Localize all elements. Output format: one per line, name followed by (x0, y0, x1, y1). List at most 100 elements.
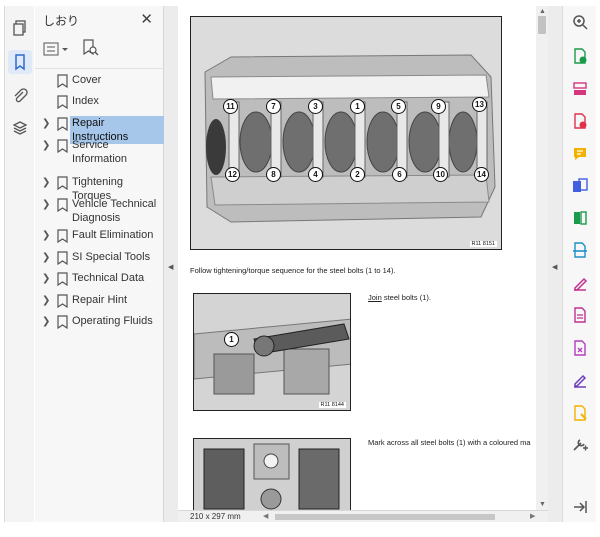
collapse-tools-button[interactable] (569, 496, 591, 518)
bolt-number-label: 13 (472, 97, 487, 112)
attachments-button[interactable] (8, 84, 32, 108)
bookmark-icon (57, 74, 68, 88)
bolt-number-label: 7 (266, 99, 281, 114)
scroll-up-icon[interactable]: ▲ (539, 8, 546, 15)
chevron-right-icon[interactable]: ❯ (42, 230, 50, 241)
create-pdf-button[interactable] (569, 110, 591, 132)
pages-icon (13, 20, 26, 36)
tools-panel (562, 6, 596, 522)
zoom-button[interactable] (569, 11, 591, 33)
export-pdf-icon (574, 48, 587, 64)
panel-divider (35, 68, 164, 69)
bolt-number-label: 12 (225, 167, 240, 182)
scroll-thumb[interactable] (538, 16, 546, 34)
scroll-left-icon[interactable]: ◀ (263, 512, 268, 520)
scroll-down-icon[interactable]: ▼ (539, 501, 546, 508)
compress-icon (574, 211, 587, 225)
organize-pages-button[interactable] (569, 78, 591, 100)
bookmark-icon (57, 198, 68, 212)
instruction-text: Join steel bolts (1). (368, 293, 431, 302)
chevron-right-icon[interactable]: ❯ (42, 140, 50, 151)
bolt-marking-figure (193, 438, 351, 510)
chevron-right-icon[interactable]: ❯ (42, 177, 50, 188)
bookmark-label: Service Information (72, 139, 128, 165)
instruction-text-rest: steel bolts (1). (381, 293, 431, 302)
layers-button[interactable] (8, 116, 32, 140)
edit-pdf-button[interactable] (569, 304, 591, 326)
bookmark-label: Cover (72, 74, 102, 86)
bookmark-icon (15, 54, 25, 71)
join-link[interactable]: Join (368, 293, 382, 302)
collapse-arrow-icon (574, 501, 587, 513)
bolt-number-label: 6 (392, 167, 407, 182)
layers-icon (12, 121, 28, 135)
collapse-right-panel-handle[interactable]: ◀ (548, 6, 562, 522)
collapse-left-panel-handle[interactable]: ◀ (164, 6, 178, 522)
bookmark-icon (57, 251, 68, 265)
horizontal-scroll-thumb[interactable] (275, 514, 495, 520)
bookmark-icon (57, 95, 68, 109)
document-viewport[interactable]: 11 7 3 1 5 9 13 12 8 4 2 6 10 14 R11 815… (178, 6, 548, 510)
bolt-number-label: 1 (224, 332, 239, 347)
left-toolbar (4, 6, 34, 522)
figure-reference: R11 8144 (318, 402, 346, 408)
pdf-page: 11 7 3 1 5 9 13 12 8 4 2 6 10 14 R11 815… (178, 6, 538, 510)
bookmarks-button[interactable] (8, 50, 32, 74)
fill-sign-button[interactable] (569, 272, 591, 294)
bookmark-label: Index (72, 95, 99, 107)
protect-button[interactable] (569, 337, 591, 359)
organize-pages-icon (573, 82, 587, 95)
bookmark-label: Operating Fluids (72, 315, 153, 327)
find-bookmark-button[interactable] (80, 38, 100, 58)
combine-files-icon (573, 178, 588, 192)
combine-files-button[interactable] (569, 175, 591, 197)
bolt-number-label: 1 (350, 99, 365, 114)
bookmark-icon (57, 229, 68, 243)
bolt-number-label: 9 (431, 99, 446, 114)
request-signature-button[interactable] (569, 369, 591, 391)
bookmark-options-button[interactable] (43, 40, 69, 58)
bolt-join-drawing (194, 294, 350, 410)
zoom-icon (573, 15, 588, 30)
export-pdf-button[interactable] (569, 45, 591, 67)
bookmarks-panel: しおり ✕ Cover Index ❯ Repair Instructions … (35, 6, 164, 522)
scan-icon (573, 242, 587, 258)
compress-button[interactable] (569, 207, 591, 229)
scan-button[interactable] (569, 239, 591, 261)
engine-block-drawing (191, 17, 501, 249)
more-tools-button[interactable] (569, 434, 591, 456)
redact-button[interactable] (569, 402, 591, 424)
bookmark-icon (57, 294, 68, 308)
bookmark-label: Technical Data (72, 272, 145, 284)
chevron-right-icon[interactable]: ❯ (42, 118, 50, 129)
bolt-marking-drawing (194, 439, 350, 510)
vertical-scrollbar[interactable]: ▲ ▼ (536, 6, 548, 510)
triangle-left-icon: ◀ (552, 264, 558, 271)
pages-thumbnails-button[interactable] (8, 16, 32, 40)
bolt-number-label: 3 (308, 99, 323, 114)
comment-button[interactable] (569, 143, 591, 165)
redact-icon (574, 405, 587, 421)
chevron-right-icon[interactable]: ❯ (42, 316, 50, 327)
bolt-number-label: 5 (391, 99, 406, 114)
bolt-number-label: 10 (433, 167, 448, 182)
bookmark-label: Fault Elimination (72, 229, 154, 241)
panel-title: しおり (43, 14, 80, 28)
close-icon[interactable]: ✕ (140, 10, 153, 28)
instruction-text: Mark across all steel bolts (1) with a c… (368, 438, 531, 447)
chevron-right-icon[interactable]: ❯ (42, 295, 50, 306)
chevron-right-icon[interactable]: ❯ (42, 273, 50, 284)
bolt-number-label: 11 (223, 99, 238, 114)
bolt-join-figure: 1 R11 8144 (193, 293, 351, 411)
scroll-right-icon[interactable]: ▶ (530, 512, 535, 520)
figure-reference: R11 8151 (469, 241, 497, 247)
bolt-number-label: 8 (266, 167, 281, 182)
chevron-right-icon[interactable]: ❯ (42, 199, 50, 210)
request-signature-icon (574, 374, 587, 388)
fill-sign-icon (574, 277, 588, 291)
bolt-number-label: 4 (308, 167, 323, 182)
chevron-right-icon[interactable]: ❯ (42, 252, 50, 263)
triangle-left-icon: ◀ (168, 264, 174, 271)
bookmark-icon (57, 315, 68, 329)
paperclip-icon (14, 88, 28, 103)
